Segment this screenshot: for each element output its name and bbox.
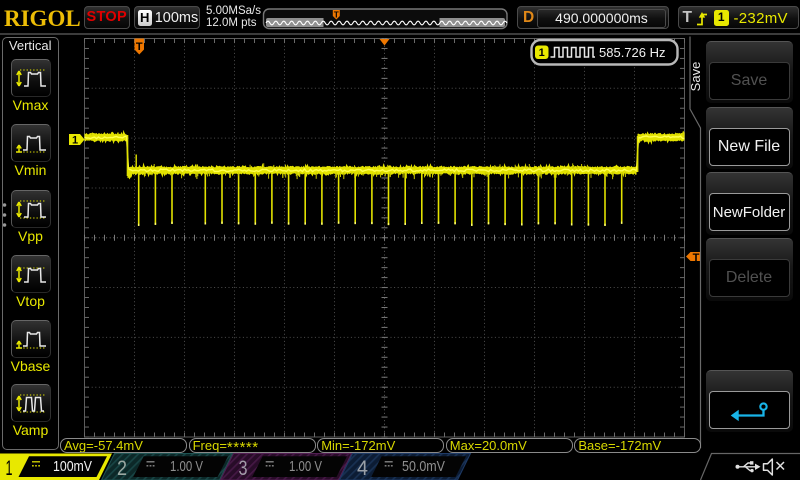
- svg-text:1: 1: [6, 456, 13, 480]
- svg-text:1.00 V: 1.00 V: [289, 458, 322, 475]
- svg-text:1: 1: [539, 47, 545, 59]
- svg-text:50.0mV: 50.0mV: [402, 458, 445, 475]
- svg-text:4: 4: [357, 456, 368, 480]
- svg-text:1.00 V: 1.00 V: [170, 458, 203, 475]
- svg-text:2: 2: [117, 456, 127, 480]
- svg-text:3: 3: [239, 456, 248, 480]
- svg-text:1: 1: [72, 135, 78, 147]
- svg-text:585.726 Hz: 585.726 Hz: [599, 45, 666, 60]
- svg-text:Save: Save: [688, 62, 703, 92]
- svg-text:T: T: [693, 252, 700, 264]
- svg-text:T: T: [334, 11, 339, 20]
- svg-text:T: T: [136, 41, 143, 53]
- svg-text:100mV: 100mV: [53, 458, 92, 475]
